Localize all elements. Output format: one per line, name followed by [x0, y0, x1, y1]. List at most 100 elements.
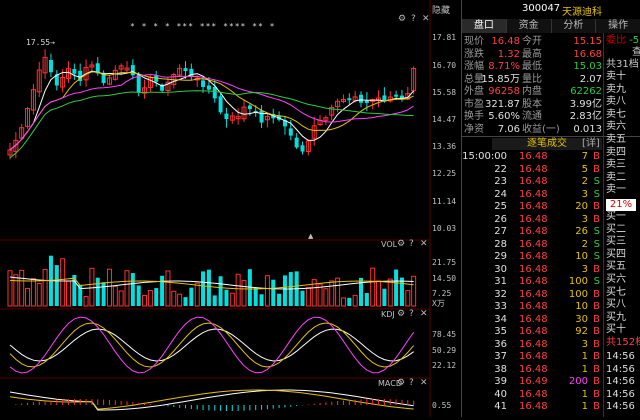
candle-body: [347, 98, 352, 101]
trade-row: 40 16.48 1 B: [464, 389, 602, 401]
quote-label: 最高: [522, 48, 542, 60]
trade-price: 16.48: [519, 188, 548, 200]
volume-bar: [177, 293, 183, 307]
trade-direction: B: [593, 376, 600, 387]
volume-bar: [101, 282, 106, 306]
trade-volume: 20: [575, 201, 588, 212]
tab-funds[interactable]: 资金: [506, 19, 552, 33]
hide-button[interactable]: 隐藏: [432, 3, 450, 16]
trade-volume: 3: [581, 338, 588, 350]
volume-bar: [130, 273, 135, 306]
trade-row: 24 16.48 3 S: [464, 189, 602, 201]
trade-row: 25 16.48 20 B: [464, 201, 602, 213]
sell-level: 卖六: [606, 121, 626, 133]
candle-body: [247, 105, 252, 110]
tab-analysis[interactable]: 分析: [551, 19, 597, 33]
trade-price: 16.48: [519, 388, 548, 400]
book-time: 14:56: [606, 401, 635, 412]
moving-average-line: [9, 73, 414, 151]
vol-axis-tick: 14.50: [432, 274, 457, 283]
quote-label: 外盘: [464, 86, 484, 97]
trade-time: 37: [494, 351, 507, 362]
trade-row: 36 16.48 3 B: [464, 339, 602, 351]
volume-bar: [171, 290, 177, 307]
trade-time: 25: [494, 201, 507, 212]
tab-order-book[interactable]: 盘口: [462, 19, 507, 33]
order-ratio-box: 21%: [606, 199, 636, 211]
trade-direction: S: [593, 188, 600, 200]
gear-icon[interactable]: ⚙: [397, 309, 405, 319]
quote-label: 市盈: [464, 98, 484, 110]
volume-bar: [60, 258, 66, 307]
gear-icon[interactable]: ⚙: [397, 239, 405, 249]
volume-bar: [253, 287, 258, 306]
quote-value: 321.87: [485, 98, 520, 110]
volume-bar: [359, 277, 363, 306]
buy-level: 买十: [606, 324, 626, 336]
buy-level: 买二: [606, 223, 626, 235]
trade-volume: 5: [581, 163, 588, 175]
trade-price: 16.48: [519, 363, 548, 375]
trade-price: 16.48: [519, 338, 548, 350]
close-icon[interactable]: ✕: [422, 14, 430, 24]
buy-level: 买七: [606, 286, 626, 298]
gear-icon[interactable]: ⚙: [398, 14, 406, 24]
close-icon[interactable]: ✕: [420, 239, 428, 249]
close-icon[interactable]: ✕: [420, 309, 428, 319]
trade-direction: B: [593, 263, 600, 275]
collapse-arrow-icon[interactable]: ▲: [308, 232, 313, 240]
volume-bar: [66, 280, 71, 307]
volume-bar: [352, 294, 358, 307]
buy-level: 买四: [606, 248, 626, 260]
trade-row: 23 16.48 2 S: [464, 176, 602, 188]
candle-body: [136, 74, 141, 93]
trade-time: 28: [494, 238, 507, 250]
volume-bar: [218, 276, 223, 306]
kline-chart-svg[interactable]: [0, 0, 460, 417]
trade-price: 16.48: [519, 301, 548, 312]
quote-value: 15.85万: [481, 73, 520, 85]
buy-level: 买三: [606, 236, 626, 248]
volume-bar: [229, 292, 235, 307]
help-icon[interactable]: ?: [409, 309, 414, 319]
volume-bar: [376, 280, 382, 307]
quote-value: 15.03: [573, 61, 602, 72]
candle-body: [224, 113, 229, 119]
volume-bar: [19, 269, 25, 307]
signal-stars: * * * * *** *** **** ** *: [130, 22, 276, 31]
price-axis-tick: 11.14: [432, 197, 457, 206]
trade-volume: 7: [581, 151, 588, 162]
volume-bar: [382, 288, 387, 306]
help-icon[interactable]: ?: [409, 378, 414, 388]
quote-panel: 300047 天源迪科 盘口 资金 分析 操作 现价 16.48 今开 15.1…: [461, 0, 640, 417]
trades-detail-link[interactable]: [详]: [582, 138, 600, 150]
trade-time: 27: [494, 226, 507, 237]
quote-row: 现价 16.48 今开 15.15: [464, 36, 602, 48]
quote-value: 2.83亿: [569, 111, 602, 122]
book-time: 14:56: [606, 388, 635, 400]
volume-bar: [124, 270, 130, 307]
gear-icon[interactable]: ⚙: [397, 378, 405, 388]
vol-axis-tick: 7.25: [432, 289, 452, 298]
trade-price: 16.48: [519, 251, 548, 262]
trade-direction: S: [593, 176, 600, 187]
help-icon[interactable]: ?: [409, 239, 414, 249]
price-axis-tick: 16.70: [432, 61, 457, 70]
diff-link[interactable]: 查: [632, 47, 640, 59]
book-time: 14:56: [606, 351, 635, 362]
tab-operations[interactable]: 操作: [596, 19, 640, 33]
volume-bar: [136, 285, 141, 306]
quote-value: 2.07: [579, 73, 602, 85]
candle-body: [288, 128, 293, 136]
volume-bar: [364, 292, 369, 306]
close-icon[interactable]: ✕: [420, 378, 428, 388]
trade-row: 34 16.48 30 B: [464, 314, 602, 326]
chart-area[interactable]: 17.81 16.70 15.58 14.47 13.36 12.25 11.1…: [0, 0, 460, 417]
volume-bar: [89, 267, 95, 307]
volume-bar: [194, 282, 200, 307]
trade-price: 16.48: [519, 238, 548, 250]
trade-time: 38: [494, 363, 507, 375]
help-icon[interactable]: ?: [411, 14, 416, 24]
book-time: 14:56: [606, 363, 635, 375]
trade-price: 16.48: [519, 326, 548, 337]
